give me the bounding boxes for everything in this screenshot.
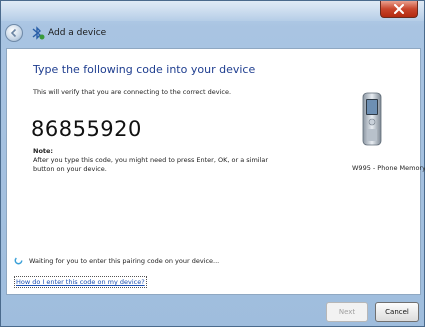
back-arrow-icon bbox=[10, 28, 17, 38]
help-link[interactable]: How do I enter this code on my device? bbox=[14, 276, 147, 288]
close-button[interactable] bbox=[380, 1, 418, 18]
next-button[interactable]: Next bbox=[326, 302, 368, 322]
note-label: Note: bbox=[33, 147, 54, 155]
bluetooth-icon bbox=[31, 25, 45, 41]
back-button[interactable] bbox=[5, 24, 23, 42]
add-device-window: Add a device Type the following code int… bbox=[0, 0, 425, 327]
title-bar[interactable] bbox=[1, 1, 424, 21]
page-subtitle: This will verify that you are connecting… bbox=[33, 88, 232, 96]
close-icon bbox=[394, 4, 404, 14]
page-heading: Type the following code into your device bbox=[33, 63, 256, 76]
phone-icon bbox=[362, 92, 382, 146]
pairing-code: 86855920 bbox=[31, 117, 142, 141]
device-name: W995 - Phone Memory bbox=[352, 164, 425, 172]
note-text: After you type this code, you might need… bbox=[33, 156, 269, 173]
navigation-bar: Add a device bbox=[5, 22, 415, 44]
spinner-icon bbox=[14, 256, 23, 265]
cancel-button[interactable]: Cancel bbox=[375, 302, 419, 322]
footer: Next Cancel bbox=[1, 296, 424, 327]
content-panel: Type the following code into your device… bbox=[6, 48, 425, 295]
window-title: Add a device bbox=[48, 28, 107, 38]
waiting-status: Waiting for you to enter this pairing co… bbox=[14, 256, 219, 265]
waiting-text: Waiting for you to enter this pairing co… bbox=[29, 256, 220, 265]
